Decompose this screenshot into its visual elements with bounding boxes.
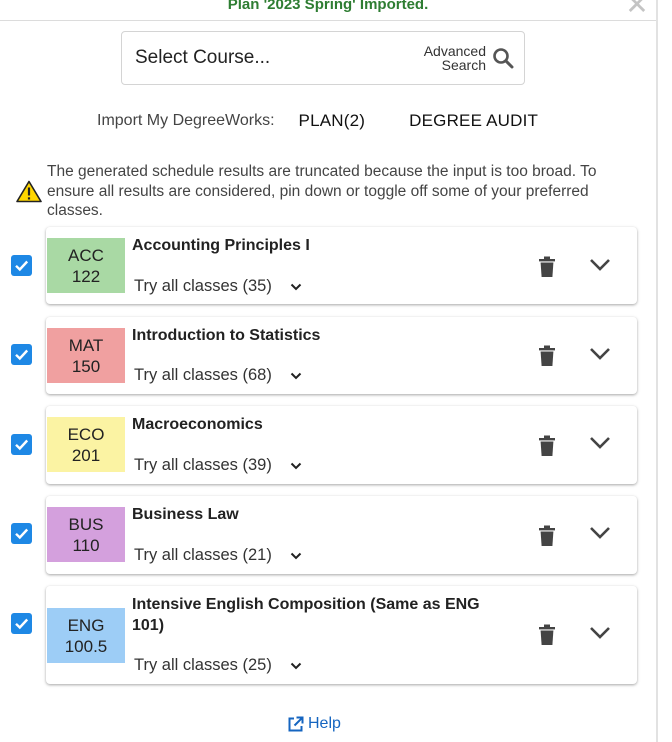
course-subject: ECO <box>67 424 105 444</box>
course-select-input[interactable]: Select Course... <box>135 32 270 84</box>
class-section-label: Try all classes (21) <box>134 546 272 564</box>
course-code-badge: ECO 201 <box>47 417 125 472</box>
class-section-dropdown[interactable]: Try all classes (25) <box>134 656 302 675</box>
course-number: 122 <box>71 266 101 286</box>
expand-chevron-icon[interactable] <box>589 526 611 540</box>
course-title: Intensive English Composition (Same as E… <box>132 596 480 634</box>
help-link[interactable]: Help <box>287 713 341 735</box>
close-icon[interactable]: ✕ <box>624 0 650 20</box>
trash-icon[interactable] <box>538 256 556 278</box>
class-section-dropdown[interactable]: Try all classes (21) <box>134 546 302 565</box>
course-title: Accounting Principles I <box>132 237 310 254</box>
class-section-label: Try all classes (25) <box>134 656 272 674</box>
course-card: ECO 201 Macroeconomics Try all classes (… <box>46 406 637 484</box>
import-status-banner: Plan '2023 Spring' Imported. <box>227 0 429 13</box>
course-checkbox[interactable] <box>11 434 32 455</box>
course-code-badge: BUS 110 <box>47 507 125 562</box>
course-subject: ACC <box>68 245 104 265</box>
course-number: 201 <box>71 445 101 465</box>
course-number: 150 <box>71 356 101 376</box>
chevron-down-icon <box>290 552 302 559</box>
course-checkbox[interactable] <box>11 255 32 276</box>
expand-chevron-icon[interactable] <box>589 347 611 361</box>
check-icon <box>15 260 29 272</box>
course-card: MAT 150 Introduction to Statistics Try a… <box>46 317 637 394</box>
course-checkbox[interactable] <box>11 344 32 365</box>
banner-divider <box>0 20 656 21</box>
advanced-search-label-line1: Advanced <box>423 43 486 59</box>
expand-chevron-icon[interactable] <box>589 436 611 450</box>
external-link-icon <box>288 716 304 731</box>
chevron-down-icon <box>290 462 302 469</box>
class-section-dropdown[interactable]: Try all classes (39) <box>134 456 302 475</box>
course-subject: MAT <box>68 335 104 355</box>
expand-chevron-icon[interactable] <box>589 626 611 640</box>
course-card: ACC 122 Accounting Principles I Try all … <box>46 227 637 304</box>
course-number: 110 <box>72 535 100 555</box>
warning-text: The generated schedule results are trunc… <box>47 163 597 219</box>
check-icon <box>15 528 29 540</box>
advanced-search-label-line2: Search <box>441 57 486 73</box>
course-checkbox[interactable] <box>11 613 32 634</box>
advanced-search-button[interactable]: Advanced Search <box>424 42 514 74</box>
course-title: Business Law <box>132 506 239 523</box>
trash-icon[interactable] <box>538 435 556 457</box>
course-title: Macroeconomics <box>132 416 263 433</box>
help-label: Help <box>308 715 341 732</box>
class-section-label: Try all classes (39) <box>134 456 272 474</box>
course-subject: BUS <box>68 514 104 534</box>
check-icon <box>15 439 29 451</box>
course-code-badge: ENG 100.5 <box>47 608 125 663</box>
expand-chevron-icon[interactable] <box>589 258 611 272</box>
course-title: Introduction to Statistics <box>132 327 321 344</box>
check-icon <box>15 618 29 630</box>
trash-icon[interactable] <box>538 624 556 646</box>
course-number: 100.5 <box>64 636 108 656</box>
check-icon <box>15 349 29 361</box>
trash-icon[interactable] <box>538 345 556 367</box>
class-section-label: Try all classes (35) <box>134 277 272 295</box>
advanced-search-label: Advanced Search <box>424 44 486 72</box>
import-label: Import My DegreeWorks: <box>97 112 275 129</box>
degreeworks-import-row: Import My DegreeWorks: PLAN(2) DEGREE AU… <box>97 108 538 134</box>
class-section-label: Try all classes (68) <box>134 366 272 384</box>
plan-import-button[interactable]: PLAN(2) <box>299 111 366 131</box>
class-section-dropdown[interactable]: Try all classes (35) <box>134 277 302 296</box>
chevron-down-icon <box>290 662 302 669</box>
course-code-badge: ACC 122 <box>47 238 125 293</box>
chevron-down-icon <box>290 372 302 379</box>
course-checkbox[interactable] <box>11 523 32 544</box>
course-search-box[interactable]: Select Course... Advanced Search <box>121 31 525 85</box>
course-card: BUS 110 Business Law Try all classes (21… <box>46 496 637 574</box>
course-subject: ENG <box>67 615 105 635</box>
course-code-badge: MAT 150 <box>47 328 125 383</box>
scrollbar-track <box>656 0 658 742</box>
search-icon <box>493 48 514 69</box>
class-section-dropdown[interactable]: Try all classes (68) <box>134 366 302 385</box>
degree-audit-button[interactable]: DEGREE AUDIT <box>409 111 538 131</box>
warning-icon <box>16 180 42 203</box>
course-card: ENG 100.5 Intensive English Composition … <box>46 586 637 684</box>
chevron-down-icon <box>290 283 302 290</box>
trash-icon[interactable] <box>538 525 556 547</box>
